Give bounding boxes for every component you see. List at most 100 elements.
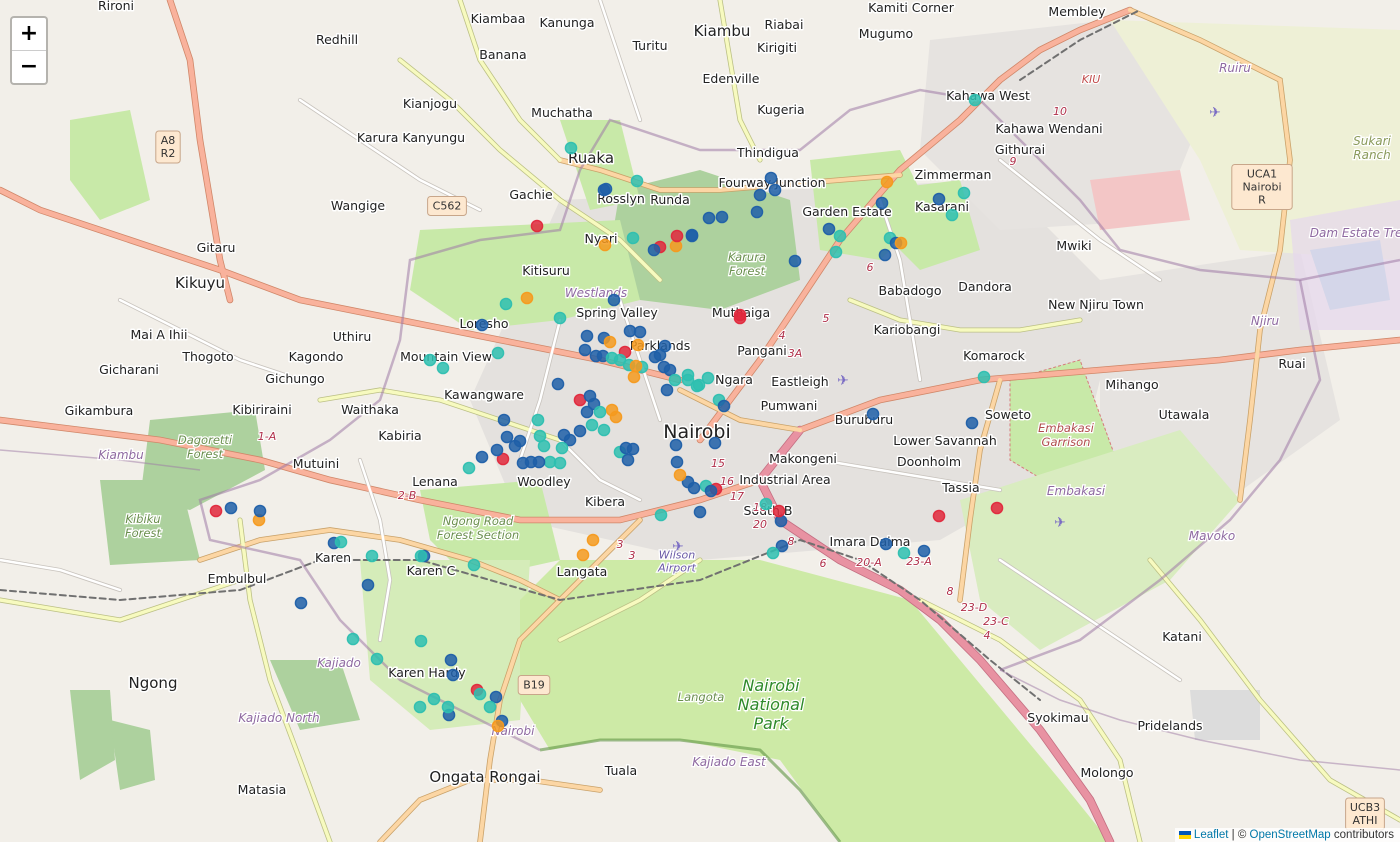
- location-marker-blue[interactable]: [687, 481, 701, 495]
- location-marker-teal[interactable]: [365, 549, 379, 563]
- location-marker-teal[interactable]: [462, 461, 476, 475]
- zoom-out-button[interactable]: −: [12, 50, 46, 83]
- location-marker-teal[interactable]: [553, 456, 567, 470]
- location-marker-teal[interactable]: [414, 549, 428, 563]
- location-marker-blue[interactable]: [932, 192, 946, 206]
- location-marker-blue[interactable]: [621, 453, 635, 467]
- location-marker-blue[interactable]: [965, 416, 979, 430]
- location-marker-orange[interactable]: [673, 468, 687, 482]
- location-marker-blue[interactable]: [446, 668, 460, 682]
- location-marker-orange[interactable]: [576, 548, 590, 562]
- location-marker-blue[interactable]: [626, 442, 640, 456]
- location-marker-blue[interactable]: [580, 329, 594, 343]
- location-marker-blue[interactable]: [768, 183, 782, 197]
- location-marker-blue[interactable]: [475, 318, 489, 332]
- location-marker-teal[interactable]: [553, 311, 567, 325]
- location-marker-blue[interactable]: [879, 537, 893, 551]
- location-marker-teal[interactable]: [630, 174, 644, 188]
- location-marker-teal[interactable]: [473, 687, 487, 701]
- location-marker-blue[interactable]: [508, 439, 522, 453]
- location-marker-blue[interactable]: [623, 324, 637, 338]
- location-marker-teal[interactable]: [897, 546, 911, 560]
- location-marker-blue[interactable]: [490, 443, 504, 457]
- location-marker-red[interactable]: [772, 504, 786, 518]
- location-marker-blue[interactable]: [669, 438, 683, 452]
- openstreetmap-link[interactable]: OpenStreetMap: [1250, 829, 1331, 841]
- location-marker-teal[interactable]: [690, 379, 704, 393]
- location-marker-teal[interactable]: [564, 141, 578, 155]
- location-marker-teal[interactable]: [427, 692, 441, 706]
- location-marker-blue[interactable]: [444, 653, 458, 667]
- location-marker-teal[interactable]: [414, 634, 428, 648]
- location-marker-orange[interactable]: [631, 338, 645, 352]
- location-marker-blue[interactable]: [708, 436, 722, 450]
- location-marker-blue[interactable]: [489, 690, 503, 704]
- location-marker-blue[interactable]: [580, 405, 594, 419]
- location-marker-teal[interactable]: [668, 373, 682, 387]
- location-marker-teal[interactable]: [957, 186, 971, 200]
- location-marker-blue[interactable]: [685, 228, 699, 242]
- location-marker-teal[interactable]: [483, 700, 497, 714]
- location-marker-teal[interactable]: [334, 535, 348, 549]
- location-marker-blue[interactable]: [648, 350, 662, 364]
- location-marker-teal[interactable]: [593, 405, 607, 419]
- location-marker-blue[interactable]: [475, 450, 489, 464]
- location-marker-teal[interactable]: [626, 231, 640, 245]
- location-marker-orange[interactable]: [491, 719, 505, 733]
- location-marker-blue[interactable]: [578, 343, 592, 357]
- location-marker-red[interactable]: [209, 504, 223, 518]
- location-marker-teal[interactable]: [766, 546, 780, 560]
- location-marker-blue[interactable]: [704, 484, 718, 498]
- map-container[interactable]: Rironi Kiambaa Kanunga Kiambu Riabai Mugumo Ka…: [0, 0, 1400, 842]
- zoom-in-button[interactable]: +: [12, 18, 46, 50]
- location-marker-blue[interactable]: [294, 596, 308, 610]
- location-marker-red[interactable]: [733, 308, 747, 322]
- location-marker-blue[interactable]: [660, 383, 674, 397]
- location-marker-teal[interactable]: [467, 558, 481, 572]
- location-marker-teal[interactable]: [829, 245, 843, 259]
- location-marker-teal[interactable]: [491, 346, 505, 360]
- location-marker-blue[interactable]: [253, 504, 267, 518]
- location-marker-teal[interactable]: [977, 370, 991, 384]
- location-marker-teal[interactable]: [537, 439, 551, 453]
- location-marker-teal[interactable]: [833, 229, 847, 243]
- location-marker-orange[interactable]: [880, 175, 894, 189]
- location-marker-blue[interactable]: [753, 188, 767, 202]
- location-marker-teal[interactable]: [701, 371, 715, 385]
- location-marker-teal[interactable]: [413, 700, 427, 714]
- location-marker-blue[interactable]: [532, 455, 546, 469]
- location-marker-blue[interactable]: [717, 399, 731, 413]
- location-marker-blue[interactable]: [866, 407, 880, 421]
- location-marker-teal[interactable]: [370, 652, 384, 666]
- location-marker-orange[interactable]: [603, 335, 617, 349]
- location-marker-blue[interactable]: [822, 222, 836, 236]
- location-marker-blue[interactable]: [573, 424, 587, 438]
- location-marker-blue[interactable]: [361, 578, 375, 592]
- location-marker-orange[interactable]: [609, 410, 623, 424]
- location-marker-teal[interactable]: [968, 93, 982, 107]
- location-marker-blue[interactable]: [670, 455, 684, 469]
- location-marker-teal[interactable]: [499, 297, 513, 311]
- location-marker-blue[interactable]: [599, 182, 613, 196]
- location-marker-orange[interactable]: [627, 370, 641, 384]
- location-marker-blue[interactable]: [224, 501, 238, 515]
- location-marker-orange[interactable]: [520, 291, 534, 305]
- location-marker-blue[interactable]: [878, 248, 892, 262]
- location-marker-teal[interactable]: [346, 632, 360, 646]
- location-marker-red[interactable]: [530, 219, 544, 233]
- location-marker-blue[interactable]: [750, 205, 764, 219]
- location-marker-blue[interactable]: [607, 293, 621, 307]
- location-marker-teal[interactable]: [436, 361, 450, 375]
- location-marker-red[interactable]: [990, 501, 1004, 515]
- location-marker-orange[interactable]: [598, 238, 612, 252]
- location-marker-blue[interactable]: [917, 544, 931, 558]
- location-marker-red[interactable]: [670, 229, 684, 243]
- location-marker-red[interactable]: [932, 509, 946, 523]
- location-marker-blue[interactable]: [693, 505, 707, 519]
- location-marker-orange[interactable]: [586, 533, 600, 547]
- location-marker-blue[interactable]: [500, 430, 514, 444]
- location-marker-teal[interactable]: [585, 418, 599, 432]
- location-marker-teal[interactable]: [441, 700, 455, 714]
- location-marker-teal[interactable]: [423, 353, 437, 367]
- location-marker-orange[interactable]: [629, 359, 643, 373]
